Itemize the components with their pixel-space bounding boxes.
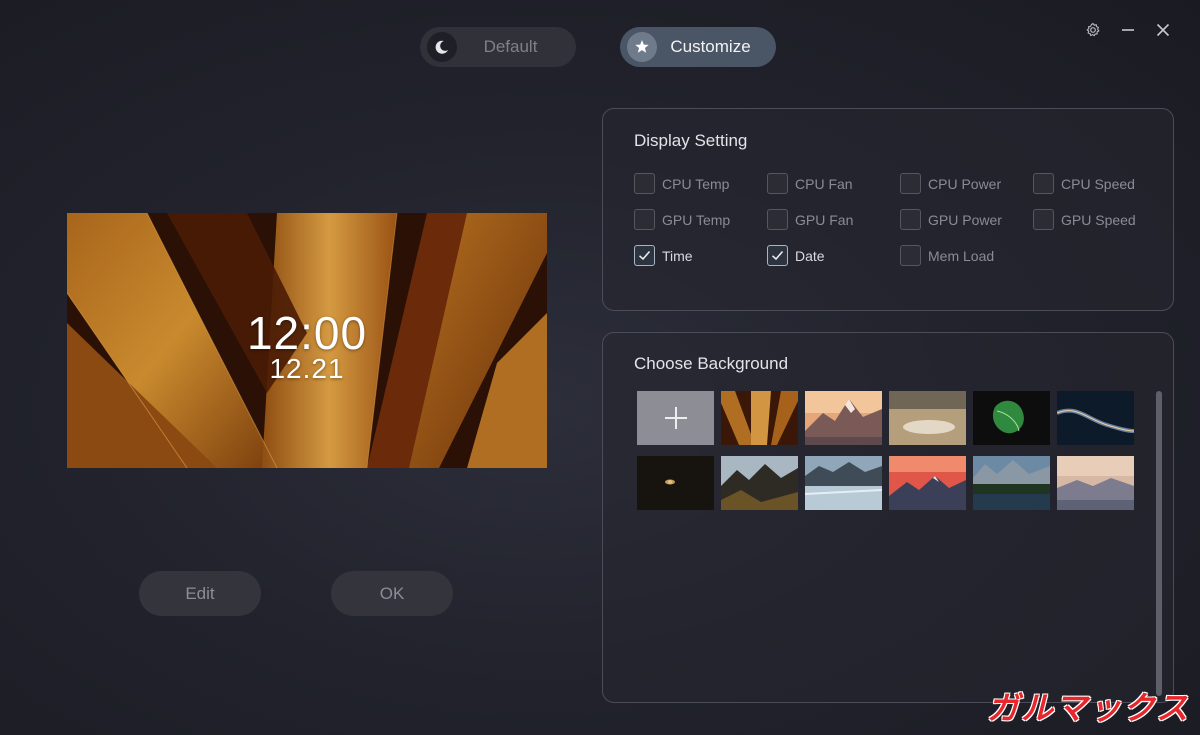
mode-default-label: Default [483, 37, 538, 56]
display-setting-panel: Display Setting CPU Temp CPU Fan CPU Pow… [602, 108, 1174, 311]
option-time[interactable]: Time [634, 245, 693, 266]
minimize-icon[interactable] [1117, 19, 1139, 41]
background-thumbnail-lake-forest[interactable] [973, 456, 1050, 510]
checkbox[interactable] [634, 173, 655, 194]
option-cpu-temp[interactable]: CPU Temp [634, 173, 729, 194]
option-gpu-fan[interactable]: GPU Fan [767, 209, 853, 230]
option-gpu-speed[interactable]: GPU Speed [1033, 209, 1136, 230]
option-mem-load[interactable]: Mem Load [900, 245, 994, 266]
choose-background-title: Choose Background [634, 354, 789, 373]
checkbox[interactable] [634, 209, 655, 230]
background-thumbnail-desert[interactable] [889, 391, 966, 445]
add-icon [664, 407, 687, 429]
background-thumbnail-red-sky[interactable] [889, 456, 966, 510]
checkbox[interactable] [900, 173, 921, 194]
checkbox-checked[interactable] [634, 245, 655, 266]
background-thumbnail-agave[interactable] [721, 391, 798, 445]
background-thumbnail-mountain-range[interactable] [721, 456, 798, 510]
background-thumbnail-coastal-road[interactable] [1057, 391, 1134, 445]
display-setting-title: Display Setting [634, 131, 748, 150]
option-gpu-temp[interactable]: GPU Temp [634, 209, 730, 230]
option-cpu-speed[interactable]: CPU Speed [1033, 173, 1135, 194]
background-thumbnail-glacier[interactable] [805, 456, 882, 510]
background-thumbnail-misty-mountains[interactable] [1057, 456, 1134, 510]
moon-icon [427, 32, 457, 62]
choose-background-panel: Choose Background [602, 332, 1174, 703]
checkbox[interactable] [767, 209, 788, 230]
edit-button[interactable]: Edit [139, 571, 261, 616]
mode-default-toggle[interactable]: Default [420, 27, 576, 67]
background-thumbnail-night-sky[interactable] [637, 456, 714, 510]
option-cpu-fan[interactable]: CPU Fan [767, 173, 853, 194]
checkbox[interactable] [767, 173, 788, 194]
preview-time: 12:00 [246, 307, 368, 359]
check-icon [771, 250, 784, 261]
mode-customize-toggle[interactable]: Customize [620, 27, 776, 67]
checkbox[interactable] [1033, 173, 1054, 194]
background-thumbnail-green-leaf[interactable] [973, 391, 1050, 445]
preview-panel: 12:00 12.21 [67, 213, 547, 468]
ok-button[interactable]: OK [331, 571, 453, 616]
star-icon [627, 32, 657, 62]
checkbox-checked[interactable] [767, 245, 788, 266]
scrollbar[interactable] [1156, 391, 1162, 696]
check-icon [638, 250, 651, 261]
add-background-button[interactable] [637, 391, 714, 445]
preview-date: 12.21 [269, 353, 345, 384]
watermark: ガルマックス [986, 690, 1190, 726]
option-date[interactable]: Date [767, 245, 825, 266]
checkbox[interactable] [900, 209, 921, 230]
close-icon[interactable] [1152, 19, 1174, 41]
checkbox[interactable] [1033, 209, 1054, 230]
mode-customize-label: Customize [670, 37, 751, 56]
option-cpu-power[interactable]: CPU Power [900, 173, 1001, 194]
settings-icon[interactable] [1082, 19, 1104, 41]
option-gpu-power[interactable]: GPU Power [900, 209, 1002, 230]
checkbox[interactable] [900, 245, 921, 266]
background-thumbnail-snowy-peak[interactable] [805, 391, 882, 445]
